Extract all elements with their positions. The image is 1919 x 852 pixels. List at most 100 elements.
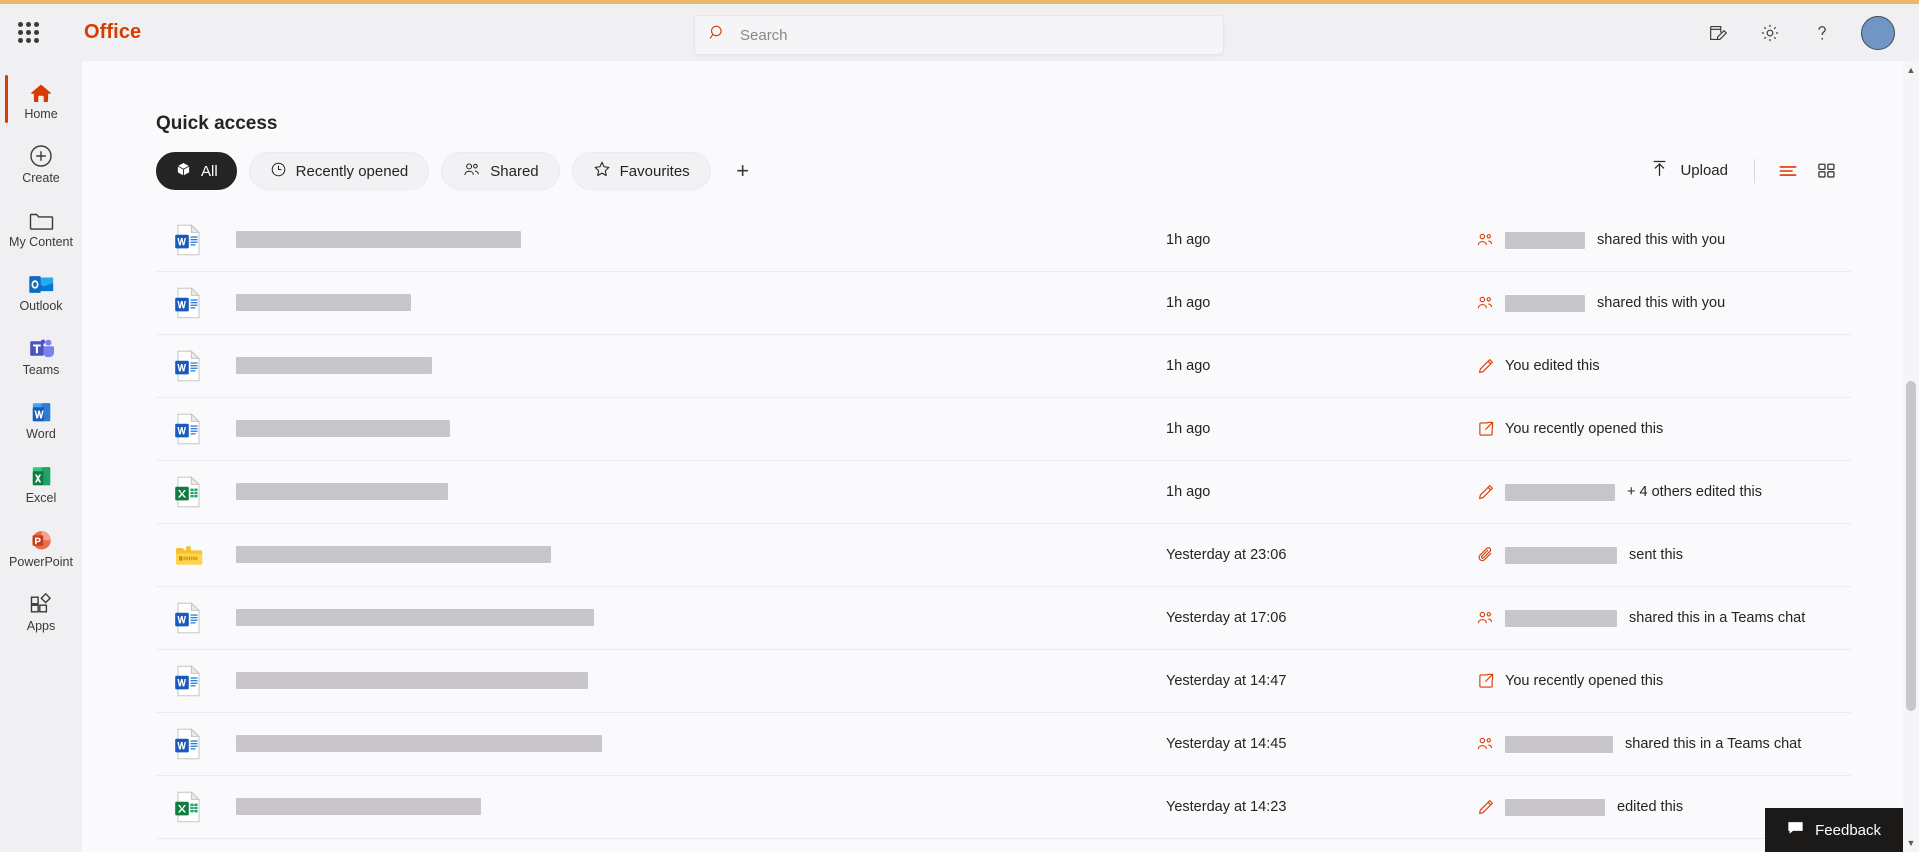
modified-timestamp: Yesterday at 14:23 (1166, 799, 1286, 815)
table-row[interactable]: Yesterday at 14:05 shared this in a Team… (156, 839, 1851, 852)
main-content: Quick access All Recent (82, 61, 1919, 852)
quick-access-file-list: 1h ago shared this with you 1h ago share… (156, 209, 1851, 852)
modified-timestamp: Yesterday at 23:06 (1166, 547, 1286, 563)
scroll-up-arrow[interactable]: ▲ (1903, 61, 1919, 79)
search-placeholder: Search (740, 27, 788, 44)
clock-icon (270, 161, 287, 182)
sidebar-item-apps[interactable]: Apps (0, 579, 82, 643)
sidebar-item-my-content[interactable]: My Content (0, 195, 82, 259)
table-row[interactable]: 1h ago You recently opened this (156, 398, 1851, 461)
redacted-file-name (236, 735, 602, 752)
redacted-file-name (236, 357, 432, 374)
table-row[interactable]: Yesterday at 14:47 You recently opened t… (156, 650, 1851, 713)
search-container: Search (694, 15, 1224, 55)
activity-text: edited this (1617, 799, 1683, 815)
activity-text: sent this (1629, 547, 1683, 563)
header-actions (1705, 4, 1905, 61)
activity-text: + 4 others edited this (1627, 484, 1762, 500)
filter-pill-label: Shared (490, 163, 538, 180)
activity-cell: shared this with you (1476, 231, 1725, 250)
file-name[interactable] (236, 420, 450, 438)
activity-text: shared this with you (1597, 232, 1725, 248)
table-row[interactable]: 1h ago + 4 others edited this (156, 461, 1851, 524)
activity-cell: + 4 others edited this (1476, 483, 1762, 502)
activity-cell: You recently opened this (1476, 672, 1663, 691)
sidebar-item-excel[interactable]: Excel (0, 451, 82, 515)
filter-pill-recently-opened[interactable]: Recently opened (249, 152, 430, 190)
scroll-down-arrow[interactable]: ▼ (1903, 834, 1919, 852)
people-shared-icon (1476, 231, 1495, 250)
toolbar-divider (1754, 159, 1755, 183)
file-name[interactable] (236, 294, 411, 312)
sidebar-item-create[interactable]: Create (0, 131, 82, 195)
feedback-icon (1787, 820, 1804, 840)
table-row[interactable]: 1h ago shared this with you (156, 209, 1851, 272)
list-view-icon[interactable] (1769, 154, 1807, 188)
modified-timestamp: 1h ago (1166, 421, 1210, 437)
grid-view-icon[interactable] (1807, 154, 1845, 188)
file-name[interactable] (236, 483, 448, 501)
filter-pill-label: All (201, 163, 218, 180)
redacted-actor-name (1505, 232, 1585, 249)
file-name[interactable] (236, 798, 481, 816)
brand-title[interactable]: Office (84, 21, 141, 44)
people-icon (462, 161, 481, 182)
table-row[interactable]: Yesterday at 14:23 edited this (156, 776, 1851, 839)
note-edit-icon[interactable] (1705, 20, 1731, 46)
redacted-actor-name (1505, 799, 1605, 816)
upload-button[interactable]: Upload (1638, 153, 1740, 188)
upload-label: Upload (1680, 162, 1728, 179)
redacted-actor-name (1505, 484, 1615, 501)
pencil-icon (1476, 798, 1495, 817)
app-launcher-button[interactable] (0, 4, 56, 61)
teams-icon (28, 333, 55, 361)
excel-file-icon (156, 476, 210, 508)
sidebar-item-label: My Content (9, 236, 73, 249)
avatar[interactable] (1861, 16, 1895, 50)
activity-cell: You recently opened this (1476, 420, 1663, 439)
sidebar-item-home[interactable]: Home (0, 67, 82, 131)
sidebar-item-label: Apps (27, 620, 56, 633)
file-name[interactable] (236, 546, 551, 564)
sidebar-item-outlook[interactable]: Outlook (0, 259, 82, 323)
file-name[interactable] (236, 609, 594, 627)
sidebar-item-label: Excel (26, 492, 57, 505)
table-row[interactable]: Yesterday at 23:06 sent this (156, 524, 1851, 587)
word-file-icon (156, 350, 210, 382)
redacted-file-name (236, 420, 450, 437)
file-name[interactable] (236, 231, 521, 249)
table-row[interactable]: Yesterday at 17:06 shared this in a Team… (156, 587, 1851, 650)
table-row[interactable]: 1h ago You edited this (156, 335, 1851, 398)
scrollbar-thumb[interactable] (1906, 381, 1916, 711)
people-shared-icon (1476, 609, 1495, 628)
table-row[interactable]: Yesterday at 14:45 shared this in a Team… (156, 713, 1851, 776)
table-row[interactable]: 1h ago shared this with you (156, 272, 1851, 335)
filter-pill-all[interactable]: All (156, 152, 237, 190)
sidebar-item-label: Word (26, 428, 56, 441)
folder-icon (27, 205, 55, 233)
page-scrollbar[interactable]: ▲ ▼ (1903, 61, 1919, 852)
file-name[interactable] (236, 735, 602, 753)
sidebar-item-teams[interactable]: Teams (0, 323, 82, 387)
add-filter-button[interactable]: + (726, 154, 760, 188)
feedback-button[interactable]: Feedback (1765, 808, 1903, 852)
filter-pill-favourites[interactable]: Favourites (572, 152, 711, 190)
sidebar-item-label: Teams (23, 364, 60, 377)
powerpoint-icon (29, 525, 54, 553)
filter-pill-shared[interactable]: Shared (441, 152, 559, 190)
gear-icon[interactable] (1757, 20, 1783, 46)
sidebar-item-powerpoint[interactable]: PowerPoint (0, 515, 82, 579)
activity-cell: You edited this (1476, 357, 1600, 376)
file-name[interactable] (236, 357, 432, 375)
help-icon[interactable] (1809, 20, 1835, 46)
modified-timestamp: 1h ago (1166, 232, 1210, 248)
redacted-file-name (236, 609, 594, 626)
app-header: Office Search (0, 4, 1919, 61)
redacted-file-name (236, 798, 481, 815)
sidebar-item-word[interactable]: Word (0, 387, 82, 451)
upload-icon (1650, 159, 1669, 182)
activity-cell: shared this in a Teams chat (1476, 735, 1801, 754)
activity-text: You edited this (1505, 358, 1600, 374)
file-name[interactable] (236, 672, 588, 690)
search-box[interactable]: Search (694, 15, 1224, 55)
